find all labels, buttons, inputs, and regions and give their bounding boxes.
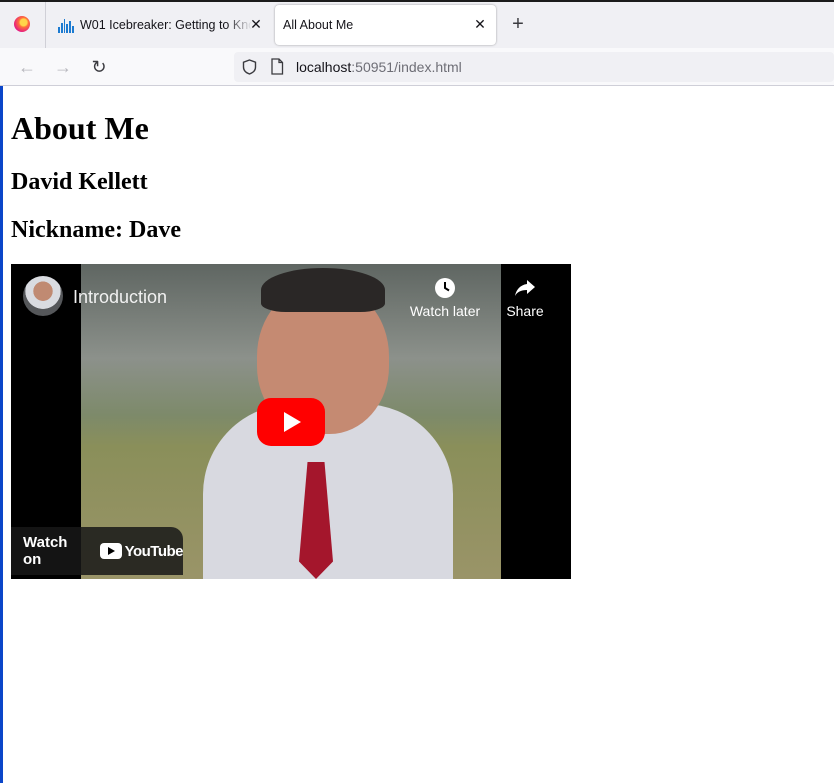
author-name: David Kellett bbox=[11, 169, 148, 195]
tab-title: W01 Icebreaker: Getting to Know You bbox=[80, 18, 252, 32]
page-icon[interactable] bbox=[270, 58, 284, 75]
url-path: :50951/index.html bbox=[351, 59, 462, 75]
channel-avatar[interactable] bbox=[23, 276, 63, 316]
back-arrow-icon[interactable]: ← bbox=[17, 57, 37, 77]
url-text[interactable]: localhost:50951/index.html bbox=[296, 59, 462, 75]
close-icon[interactable]: ✕ bbox=[472, 16, 488, 32]
tab-all-about-me[interactable]: All About Me ✕ bbox=[275, 5, 496, 45]
thumbnail-hair bbox=[261, 268, 385, 312]
share-button[interactable]: Share bbox=[485, 276, 565, 319]
share-label: Share bbox=[506, 303, 544, 319]
forward-arrow-icon[interactable]: → bbox=[53, 57, 73, 77]
watch-later-label: Watch later bbox=[409, 303, 481, 319]
watch-on-label: Watch on bbox=[23, 534, 68, 568]
address-bar[interactable]: localhost:50951/index.html bbox=[234, 52, 834, 82]
youtube-logo: YouTube bbox=[99, 542, 184, 560]
bar-chart-icon bbox=[58, 17, 74, 33]
youtube-wordmark: YouTube bbox=[124, 542, 184, 560]
share-arrow-icon bbox=[515, 280, 535, 296]
page-heading: About Me bbox=[11, 110, 149, 146]
navigation-bar: ← → ↻ localhost:50951/index.html bbox=[0, 48, 834, 86]
close-icon[interactable]: ✕ bbox=[248, 16, 264, 32]
tab-icebreaker[interactable]: W01 Icebreaker: Getting to Know You ✕ bbox=[46, 5, 272, 45]
shield-icon[interactable] bbox=[242, 59, 257, 75]
window-edge-accent bbox=[0, 0, 3, 783]
reload-icon[interactable]: ↻ bbox=[89, 57, 109, 77]
clock-icon bbox=[435, 278, 455, 298]
play-button[interactable] bbox=[257, 398, 325, 446]
watch-on-youtube-button[interactable]: Watch on YouTube bbox=[11, 527, 184, 575]
video-title[interactable]: Introduction bbox=[73, 287, 167, 308]
watch-later-button[interactable]: Watch later bbox=[405, 276, 485, 319]
firefox-icon[interactable] bbox=[14, 16, 30, 32]
url-host: localhost bbox=[296, 59, 352, 75]
tab-bar: W01 Icebreaker: Getting to Know You ✕ Al… bbox=[0, 0, 834, 48]
new-tab-plus-icon[interactable]: + bbox=[508, 14, 528, 34]
nickname: Nickname: Dave bbox=[11, 217, 181, 243]
tab-title: All About Me bbox=[283, 18, 354, 32]
youtube-video-embed[interactable]: Introduction Watch later Share Watch on … bbox=[11, 264, 571, 579]
youtube-play-icon bbox=[99, 543, 122, 559]
